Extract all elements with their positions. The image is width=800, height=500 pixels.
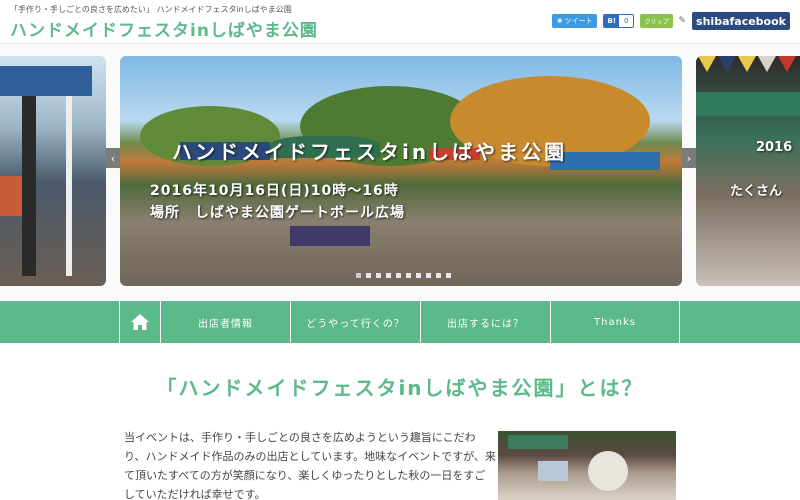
slider-dot[interactable]: [416, 273, 421, 278]
about-event-photo: [498, 431, 676, 500]
nav-apply-link[interactable]: 出店するには？: [420, 301, 550, 343]
chevron-right-icon: ›: [686, 151, 692, 165]
slide-date: 2016年10月16日(日)10時〜16時: [150, 183, 399, 199]
tent-canopy-image: [0, 66, 92, 96]
nav-exhibitors-link[interactable]: 出店者情報: [160, 301, 290, 343]
slider-next-button[interactable]: ›: [682, 148, 696, 168]
slider-dot[interactable]: [376, 273, 381, 278]
bunting-flag-image: [738, 56, 756, 72]
hatena-bookmark-button[interactable]: B! 0: [603, 14, 635, 28]
nav-home-link[interactable]: [119, 301, 160, 343]
clip-label: クリップ: [644, 18, 669, 26]
goods-table-image: [290, 226, 370, 246]
twitter-bird-icon: ❀: [556, 17, 563, 25]
about-section-title: 「ハンドメイドフェスタinしばやま公園」とは？: [156, 376, 644, 400]
slide-prev-preview[interactable]: [0, 56, 106, 286]
tent-pole-image: [66, 96, 72, 276]
hero-slider: ハンドメイドフェスタinしばやま公園 2016年10月16日(日)10時〜16時…: [0, 44, 800, 300]
tweet-button[interactable]: ❀ ツイート: [551, 14, 598, 28]
bunting-flag-image: [698, 56, 716, 72]
tent-canopy-image: [508, 435, 568, 449]
social-buttons: ❀ ツイート B! 0 クリップ ✎ shibafacebook: [551, 12, 790, 30]
global-nav: 出店者情報 どうやって行くの？ 出店するには？ Thanks: [0, 301, 800, 343]
facebook-page-button[interactable]: shibafacebook: [692, 12, 790, 30]
slider-dot[interactable]: [356, 273, 361, 278]
bunting-flag-image: [718, 56, 736, 72]
about-text: 当イベントは、手作り・手しごとの良さを広めようという趣旨にこだわり、ハンドメイド…: [124, 431, 496, 500]
visitor-image: [588, 451, 628, 491]
slider-dot[interactable]: [386, 273, 391, 278]
clip-button[interactable]: クリップ: [640, 14, 673, 28]
slider-dot[interactable]: [426, 273, 431, 278]
hatena-bookmark-icon: B!: [604, 15, 620, 27]
slider-pagination: [356, 273, 451, 278]
home-icon: [131, 314, 149, 330]
nav-thanks-link[interactable]: Thanks: [550, 301, 680, 343]
slider-dot[interactable]: [406, 273, 411, 278]
goods-display-image: [538, 461, 568, 481]
slide-next-text: たくさん: [730, 184, 783, 199]
site-title-link[interactable]: ハンドメイドフェスタinしばやま公園: [10, 16, 318, 41]
slider-dot[interactable]: [446, 273, 451, 278]
slider-dot[interactable]: [396, 273, 401, 278]
slider-prev-button[interactable]: ‹: [106, 148, 120, 168]
tent-pole-image: [22, 96, 36, 276]
slide-next-preview[interactable]: 2016 たくさん: [696, 56, 800, 286]
hatena-bookmark-count: 0: [619, 17, 634, 25]
bunting-flag-image: [758, 56, 776, 72]
slider-dot[interactable]: [436, 273, 441, 278]
goods-display-image: [0, 176, 22, 216]
tent-canopy-image: [696, 92, 800, 116]
tweet-label: ツイート: [564, 17, 593, 25]
site-header: 「手作り・手しごとの良さを広めたい」 ハンドメイドフェスタinしばやま公園 ハン…: [0, 0, 800, 44]
slide-current: ハンドメイドフェスタinしばやま公園 2016年10月16日(日)10時〜16時…: [120, 56, 682, 286]
site-tagline: 「手作り・手しごとの良さを広めたい」 ハンドメイドフェスタinしばやま公園: [10, 5, 292, 14]
bunting-flag-image: [778, 56, 796, 72]
chevron-left-icon: ‹: [110, 151, 116, 165]
slide-title: ハンドメイドフェスタinしばやま公園: [172, 140, 568, 164]
nav-access-link[interactable]: どうやって行くの？: [290, 301, 420, 343]
slide-next-text-year: 2016: [756, 140, 793, 155]
slider-dot[interactable]: [366, 273, 371, 278]
slide-place: 場所 しばやま公園ゲートボール広場: [150, 205, 405, 221]
clip-icon: ✎: [678, 16, 687, 26]
